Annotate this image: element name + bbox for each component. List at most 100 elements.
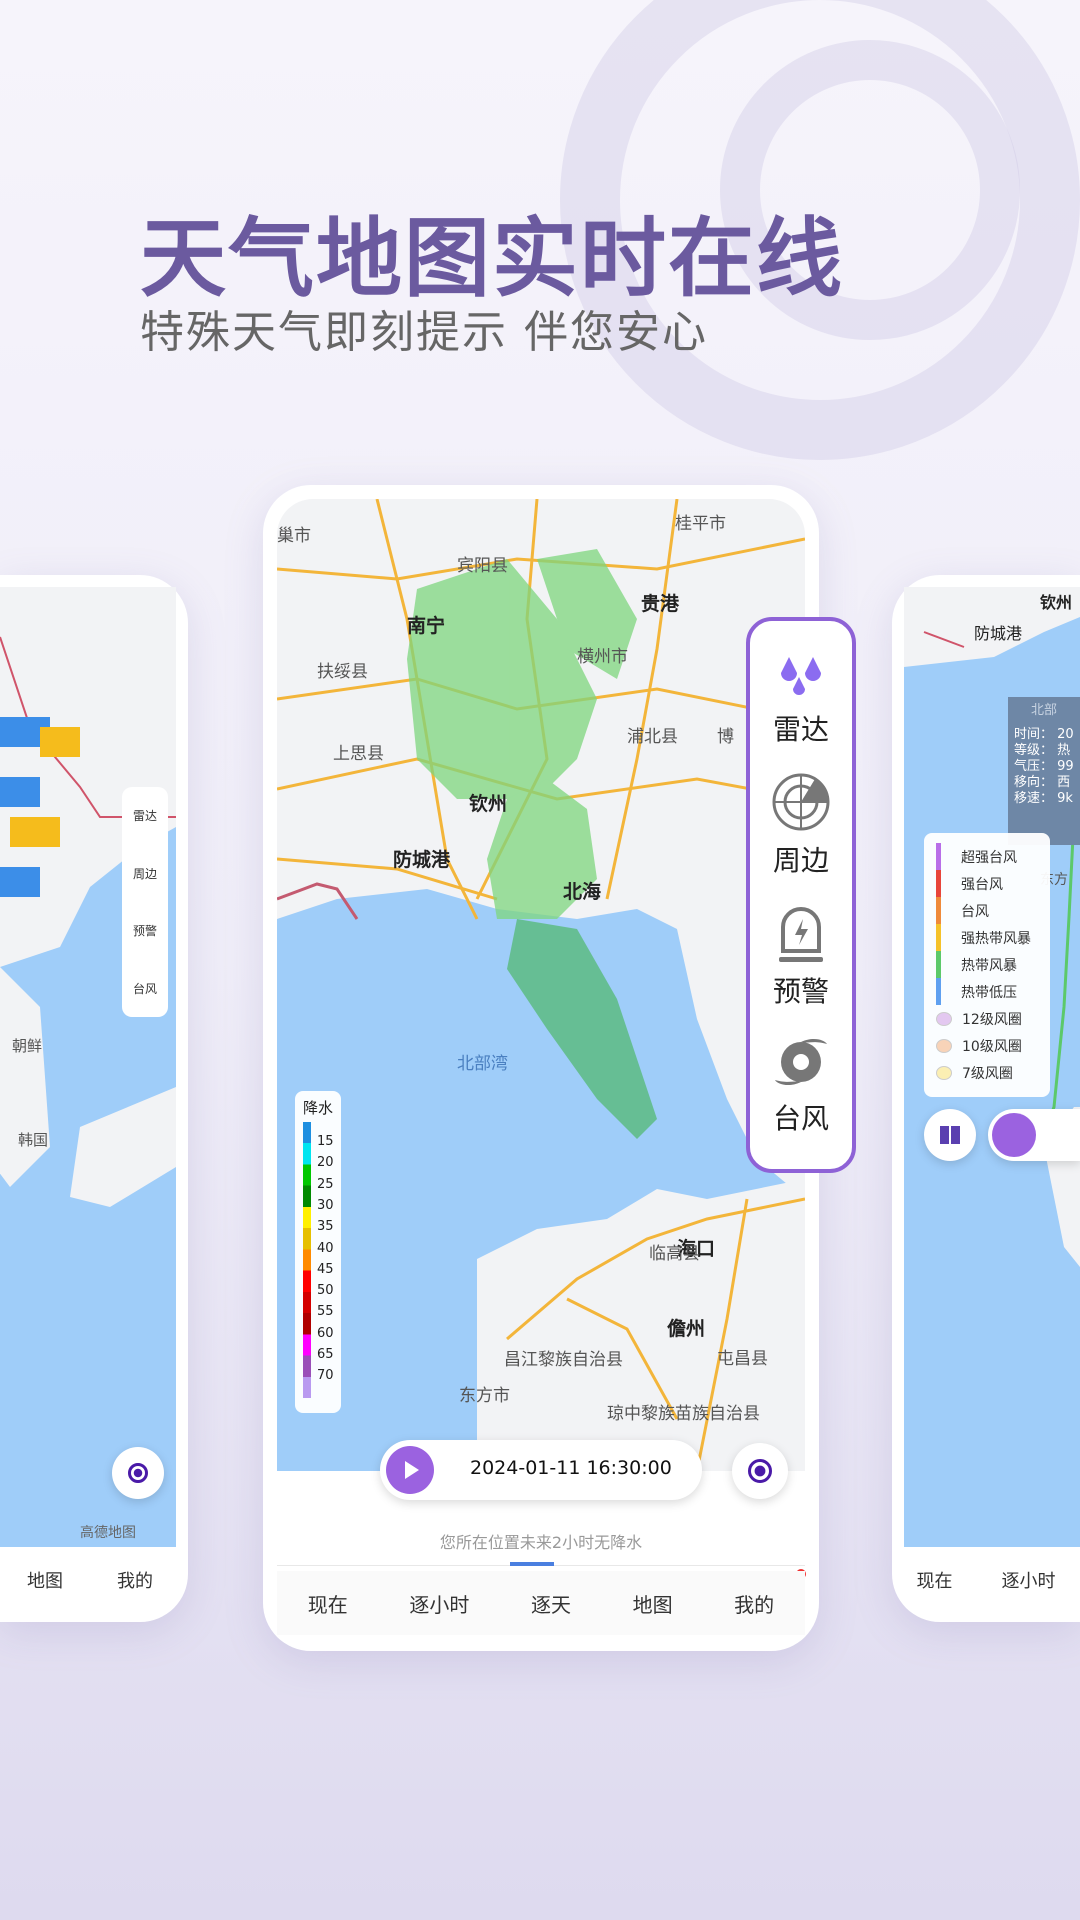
layers-icon bbox=[940, 1126, 960, 1144]
map-label: 钦州 bbox=[469, 793, 508, 815]
legend-swatch bbox=[936, 924, 941, 951]
left-layer-panel: 雷达 周边 预警 台风 bbox=[122, 787, 168, 1017]
typhoon-legend-item: 热带低压 bbox=[936, 978, 1038, 1005]
wind-circle-item: 7级风圈 bbox=[936, 1059, 1038, 1086]
info-row: 时间： 20 bbox=[1014, 727, 1074, 742]
play-button[interactable] bbox=[992, 1113, 1036, 1157]
map-shapes bbox=[276, 498, 806, 1472]
info-title: 北部 bbox=[1030, 703, 1057, 718]
panel-item-typhoon[interactable]: 台风 bbox=[133, 980, 157, 997]
panel-item-radar[interactable]: 雷达 bbox=[133, 807, 157, 824]
tab-mine[interactable]: 我的 bbox=[734, 1589, 774, 1618]
typhoon-legend-item: 热带风暴 bbox=[936, 951, 1038, 978]
circle-swatch bbox=[936, 1065, 952, 1080]
precip-status-text: 您所在位置未来2小时无降水 bbox=[439, 1533, 643, 1552]
legend-color-bar bbox=[303, 1122, 311, 1398]
tab-daily[interactable]: 逐天 bbox=[531, 1589, 571, 1618]
map-label: 贵港 bbox=[641, 593, 680, 615]
map-label: 北部湾 bbox=[457, 1054, 508, 1074]
legend-label: 超强台风 bbox=[961, 849, 1017, 866]
legend-tick: 45 bbox=[317, 1261, 334, 1277]
circle-swatch bbox=[936, 1011, 952, 1026]
info-row: 移速： 9k bbox=[1014, 791, 1073, 806]
tab-map[interactable]: 地图 bbox=[633, 1589, 673, 1618]
layer-panel: 雷达 周边 预警 台风 bbox=[746, 617, 856, 1173]
panel-item-label: 台风 bbox=[772, 1102, 829, 1135]
typhoon-legend-item: 超强台风 bbox=[936, 843, 1038, 870]
legend-label: 热带低压 bbox=[961, 984, 1017, 1001]
legend-label: 强热带风暴 bbox=[961, 930, 1031, 947]
info-row: 移向： 西 bbox=[1014, 775, 1071, 790]
locate-button[interactable] bbox=[112, 1447, 164, 1499]
map-label: 桂平市 bbox=[675, 514, 726, 534]
info-row: 气压： 99 bbox=[1014, 759, 1074, 774]
active-tab-indicator bbox=[510, 1562, 554, 1566]
typhoon-legend-item: 强热带风暴 bbox=[936, 924, 1038, 951]
panel-item-nearby[interactable]: 周边 bbox=[771, 772, 831, 879]
bottom-tab-bar: 现在 逐小时 逐天 地图 我的 bbox=[277, 1571, 805, 1635]
legend-tick: 65 bbox=[317, 1347, 334, 1362]
center-phone: 巢市 宾阳县 桂平市 贵港 南宁 扶绥县 横州市 浦北县博上思县 钦州 防城港 北海 北部湾 海口 临高县… bbox=[263, 485, 856, 1651]
wind-circle-item: 12级风圈 bbox=[936, 1005, 1038, 1032]
legend-tick: 70 bbox=[317, 1368, 334, 1384]
legend-swatch bbox=[936, 897, 941, 924]
legend-tick: 30 bbox=[317, 1197, 334, 1213]
rain-drops-icon bbox=[775, 653, 827, 708]
panel-item-label: 预警 bbox=[772, 975, 829, 1008]
map-label: 博 bbox=[717, 727, 734, 747]
layers-button[interactable] bbox=[924, 1109, 976, 1161]
radar-map[interactable]: 巢市 宾阳县 桂平市 贵港 南宁 扶绥县 横州市 浦北县博上思县 钦州 防城港 北海 北部湾 海口 临高县… bbox=[276, 498, 806, 1472]
map-label: 扶绥县 bbox=[317, 662, 368, 682]
tab-hourly[interactable]: 逐小时 bbox=[409, 1589, 469, 1618]
legend-label: 台风 bbox=[961, 903, 989, 920]
legend-tick: 25 bbox=[317, 1176, 334, 1192]
map-label: 东方市 bbox=[459, 1386, 510, 1406]
locate-button[interactable] bbox=[732, 1443, 788, 1499]
right-playbar bbox=[988, 1109, 1080, 1161]
tab-map[interactable]: 地图 bbox=[27, 1567, 63, 1593]
left-map-shapes bbox=[0, 587, 176, 1207]
map-label: 钦州 bbox=[1040, 593, 1073, 612]
radar-scan-icon bbox=[771, 772, 831, 839]
tab-now[interactable]: 现在 bbox=[308, 1589, 348, 1618]
panel-item-warning[interactable]: 预警 bbox=[773, 903, 829, 1010]
typhoon-icon bbox=[773, 1034, 829, 1097]
panel-item-nearby[interactable]: 周边 bbox=[133, 865, 157, 882]
legend-tick: 60 bbox=[317, 1325, 334, 1341]
panel-item-typhoon[interactable]: 台风 bbox=[773, 1034, 829, 1137]
typhoon-legend-item: 台风 bbox=[936, 897, 1038, 924]
tab-hourly[interactable]: 逐小时 bbox=[1002, 1567, 1056, 1593]
panel-item-warning[interactable]: 预警 bbox=[133, 922, 157, 939]
typhoon-legend: 超强台风 强台风 台风 强热带风暴 热带风暴 热带低压 12级风圈 10级风圈 7级风圈 bbox=[924, 833, 1050, 1097]
map-label: 屯昌县 bbox=[717, 1349, 768, 1369]
map-label: 浦北县 bbox=[627, 727, 678, 747]
warning-light-icon bbox=[775, 903, 827, 970]
playbar: 2024-01-11 16:30:00 bbox=[380, 1440, 702, 1500]
panel-item-label: 周边 bbox=[772, 844, 829, 877]
legend-swatch bbox=[936, 978, 941, 1005]
map-label: 北海 bbox=[563, 881, 602, 903]
legend-label: 10级风圈 bbox=[962, 1038, 1022, 1055]
map-label: 南宁 bbox=[407, 615, 446, 637]
legend-tick: 55 bbox=[317, 1304, 334, 1320]
page-subtitle: 特殊天气即刻提示 伴您安心 bbox=[140, 307, 708, 358]
left-map[interactable]: 朝鲜 韩国 雷达 周边 预警 台风 高德地图 bbox=[0, 587, 176, 1547]
tab-mine[interactable]: 我的 bbox=[117, 1567, 153, 1593]
map-label: 儋州 bbox=[667, 1318, 706, 1340]
map-label: 临高县 bbox=[649, 1244, 700, 1264]
info-row: 等级： 热 bbox=[1014, 743, 1071, 758]
panel-item-radar[interactable]: 雷达 bbox=[773, 653, 829, 748]
play-button[interactable] bbox=[386, 1446, 434, 1494]
map-label: 宾阳县 bbox=[457, 556, 508, 576]
circle-swatch bbox=[936, 1038, 952, 1053]
legend-swatch bbox=[936, 843, 941, 870]
right-tab-bar: 现在 逐小时 bbox=[892, 1555, 1080, 1605]
map-label: 横州市 bbox=[577, 647, 628, 667]
map-label: 上思县 bbox=[333, 744, 384, 764]
legend-label: 7级风圈 bbox=[962, 1065, 1013, 1082]
legend-tick: 15 bbox=[317, 1134, 334, 1149]
tab-now[interactable]: 现在 bbox=[917, 1567, 953, 1593]
map-label: 巢市 bbox=[277, 526, 311, 546]
right-map[interactable]: 钦州 防城港 东方 北部 时间： 20 等级： 热 气压： 99 移向： 西 移… bbox=[904, 587, 1080, 1547]
panel-item-label: 雷达 bbox=[772, 713, 829, 746]
